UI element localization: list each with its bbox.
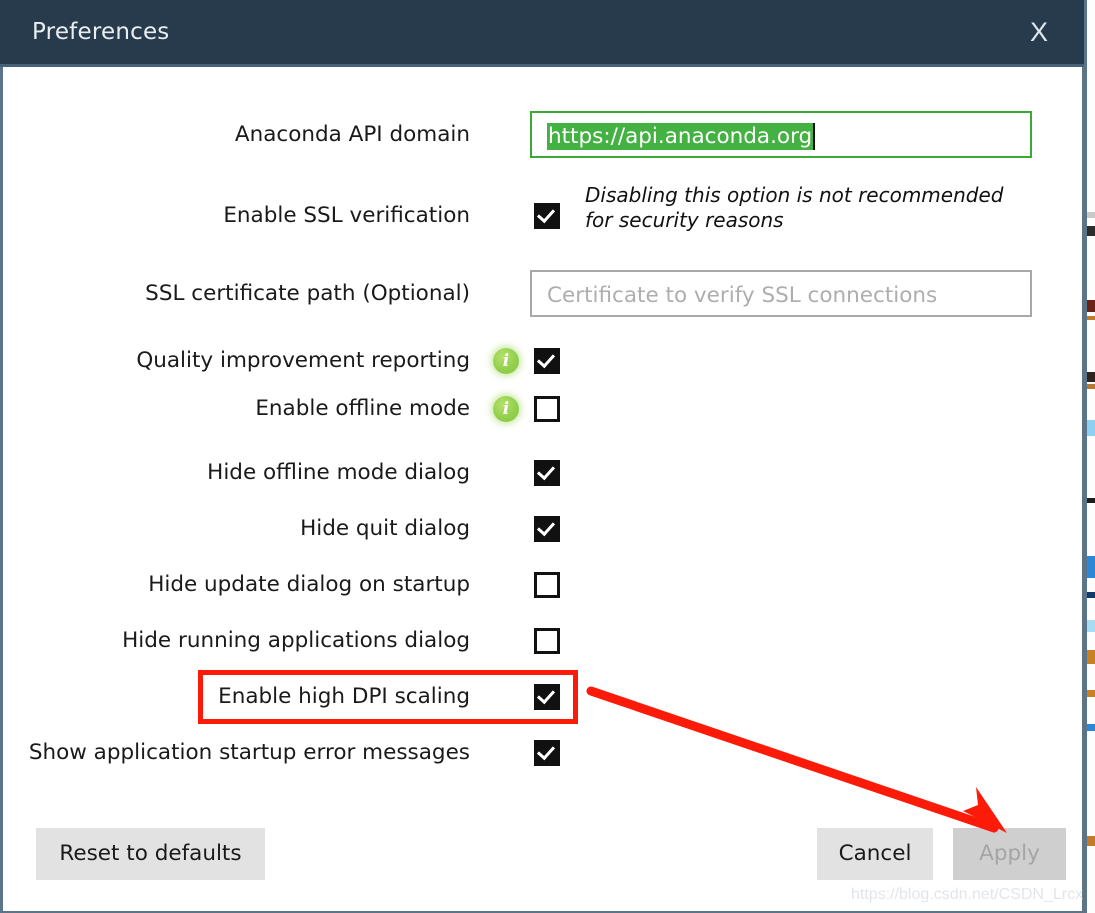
cancel-button[interactable]: Cancel xyxy=(817,828,933,880)
row-high-dpi-scaling: Enable high DPI scaling xyxy=(3,680,1084,714)
label-startup-error-messages: Show application startup error messages xyxy=(28,740,470,765)
row-api-domain: Anaconda API domain https://api.anaconda… xyxy=(3,111,1084,158)
checkbox-ssl-verification[interactable] xyxy=(534,203,560,229)
api-domain-input[interactable]: https://api.anaconda.org xyxy=(530,111,1032,158)
row-offline-mode: Enable offline mode i xyxy=(3,392,1084,426)
row-hide-update-dialog: Hide update dialog on startup xyxy=(3,568,1084,602)
checkbox-quality-reporting[interactable] xyxy=(534,348,560,374)
label-api-domain: Anaconda API domain xyxy=(234,122,470,147)
row-quality-reporting: Quality improvement reporting i xyxy=(3,344,1084,378)
label-high-dpi-scaling: Enable high DPI scaling xyxy=(218,684,470,709)
row-hide-offline-dialog: Hide offline mode dialog xyxy=(3,456,1084,490)
reset-to-defaults-button[interactable]: Reset to defaults xyxy=(36,828,265,880)
label-hide-update-dialog: Hide update dialog on startup xyxy=(148,572,470,597)
row-hide-quit-dialog: Hide quit dialog xyxy=(3,512,1084,546)
label-hide-quit-dialog: Hide quit dialog xyxy=(300,516,470,541)
label-ssl-cert-path: SSL certificate path (Optional) xyxy=(145,281,470,306)
checkbox-hide-update-dialog[interactable] xyxy=(534,572,560,598)
label-ssl-verification: Enable SSL verification xyxy=(223,203,470,228)
checkbox-startup-error-messages[interactable] xyxy=(534,740,560,766)
watermark-text: https://blog.csdn.net/CSDN_Lrcx xyxy=(851,886,1084,903)
row-hide-running-apps-dialog: Hide running applications dialog xyxy=(3,624,1084,658)
text-caret xyxy=(813,123,815,150)
info-icon[interactable]: i xyxy=(493,396,519,422)
label-hide-running-apps-dialog: Hide running applications dialog xyxy=(122,628,470,653)
ssl-cert-path-placeholder: Certificate to verify SSL connections xyxy=(547,283,938,308)
api-domain-value: https://api.anaconda.org xyxy=(547,123,814,150)
ssl-cert-path-input[interactable]: Certificate to verify SSL connections xyxy=(530,270,1032,317)
dialog-titlebar: Preferences X xyxy=(0,0,1084,67)
ssl-verification-hint: Disabling this option is not recommended… xyxy=(585,183,1004,232)
preferences-form: Anaconda API domain https://api.anaconda… xyxy=(3,70,1084,910)
checkbox-hide-quit-dialog[interactable] xyxy=(534,516,560,542)
row-ssl-cert-path: SSL certificate path (Optional) Certific… xyxy=(3,270,1084,317)
dialog-title: Preferences xyxy=(32,19,170,45)
label-hide-offline-dialog: Hide offline mode dialog xyxy=(207,460,470,485)
checkbox-hide-offline-dialog[interactable] xyxy=(534,460,560,486)
desktop-background-sliver xyxy=(1084,0,1095,913)
label-offline-mode: Enable offline mode xyxy=(255,396,470,421)
info-icon[interactable]: i xyxy=(493,348,519,374)
checkbox-hide-running-apps-dialog[interactable] xyxy=(534,628,560,654)
close-icon[interactable]: X xyxy=(1022,14,1056,50)
background-speck xyxy=(1084,0,1087,913)
label-quality-reporting: Quality improvement reporting xyxy=(136,348,470,373)
row-ssl-verification: Enable SSL verification Disabling this o… xyxy=(3,183,1084,233)
preferences-dialog: Preferences X Anaconda API domain https:… xyxy=(0,0,1084,913)
apply-button[interactable]: Apply xyxy=(953,828,1066,880)
checkbox-high-dpi-scaling[interactable] xyxy=(534,684,560,710)
row-startup-error-messages: Show application startup error messages xyxy=(3,736,1084,770)
checkbox-offline-mode[interactable] xyxy=(534,396,560,422)
